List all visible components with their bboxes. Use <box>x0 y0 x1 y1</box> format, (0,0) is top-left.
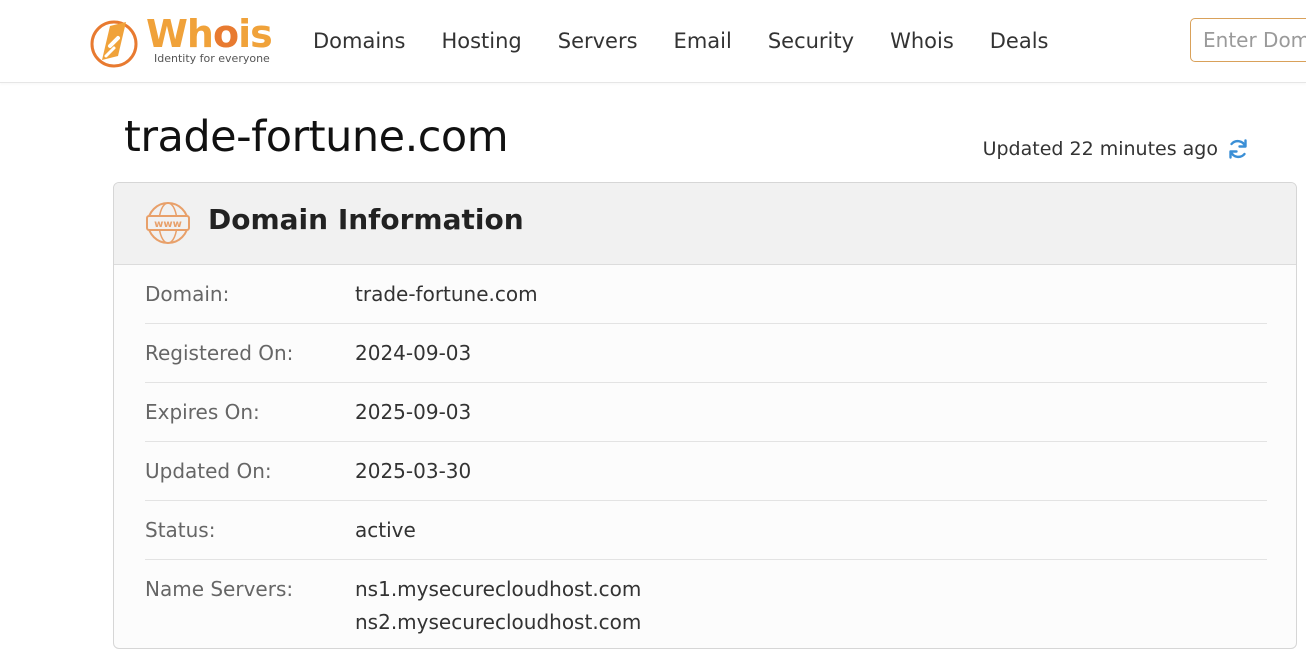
row-label: Expires On: <box>145 400 260 424</box>
row-value: 2025-09-03 <box>355 400 472 424</box>
updated-status: Updated 22 minutes ago <box>983 137 1250 161</box>
svg-text:www: www <box>154 219 182 230</box>
logo-wordmark: Whois <box>146 12 273 56</box>
info-row-name-servers: Name Servers: ns1.mysecurecloudhost.com … <box>145 560 1267 639</box>
nav-item-hosting[interactable]: Hosting <box>441 27 521 57</box>
nav-item-email[interactable]: Email <box>674 27 732 57</box>
card-title: Domain Information <box>208 203 524 236</box>
row-value: trade-fortune.com <box>355 282 538 306</box>
main-nav: Domains Hosting Servers Email Security W… <box>313 27 1085 57</box>
whois-logo-mark-icon <box>90 20 138 68</box>
row-label: Registered On: <box>145 341 294 365</box>
row-label: Updated On: <box>145 459 272 483</box>
domain-search-input[interactable] <box>1190 18 1306 62</box>
row-value: 2025-03-30 <box>355 459 472 483</box>
name-server-list: ns1.mysecurecloudhost.com ns2.mysecurecl… <box>355 573 641 639</box>
name-server: ns1.mysecurecloudhost.com <box>355 577 642 601</box>
nav-item-servers[interactable]: Servers <box>558 27 638 57</box>
info-row-updated: Updated On: 2025-03-30 <box>145 442 1267 501</box>
status-value: active <box>355 518 416 542</box>
info-row-domain: Domain: trade-fortune.com <box>145 265 1267 324</box>
info-row-status: Status: active <box>145 501 1267 560</box>
row-label: Name Servers: <box>145 577 294 601</box>
www-icon: www <box>146 202 190 244</box>
info-row-expires: Expires On: 2025-09-03 <box>145 383 1267 442</box>
row-value: 2024-09-03 <box>355 341 472 365</box>
whois-logo[interactable]: Whois Identity for everyone <box>88 12 278 70</box>
name-server: ns2.mysecurecloudhost.com <box>355 610 642 634</box>
row-label: Status: <box>145 518 216 542</box>
top-navigation-bar: Whois Identity for everyone Domains Host… <box>0 0 1306 83</box>
nav-item-domains[interactable]: Domains <box>313 27 405 57</box>
nav-item-deals[interactable]: Deals <box>990 27 1049 57</box>
nav-item-whois[interactable]: Whois <box>890 27 954 57</box>
card-header: www Domain Information <box>114 183 1296 265</box>
nav-item-security[interactable]: Security <box>768 27 854 57</box>
updated-text: Updated 22 minutes ago <box>982 138 1218 160</box>
row-label: Domain: <box>145 282 230 306</box>
domain-information-card: www Domain Information Domain: trade-for… <box>113 182 1297 649</box>
domain-info-rows: Domain: trade-fortune.com Registered On:… <box>145 265 1267 639</box>
logo-tagline: Identity for everyone <box>154 52 270 65</box>
info-row-registered: Registered On: 2024-09-03 <box>145 324 1267 383</box>
page-title: trade-fortune.com <box>124 112 509 162</box>
refresh-icon[interactable] <box>1226 137 1250 161</box>
